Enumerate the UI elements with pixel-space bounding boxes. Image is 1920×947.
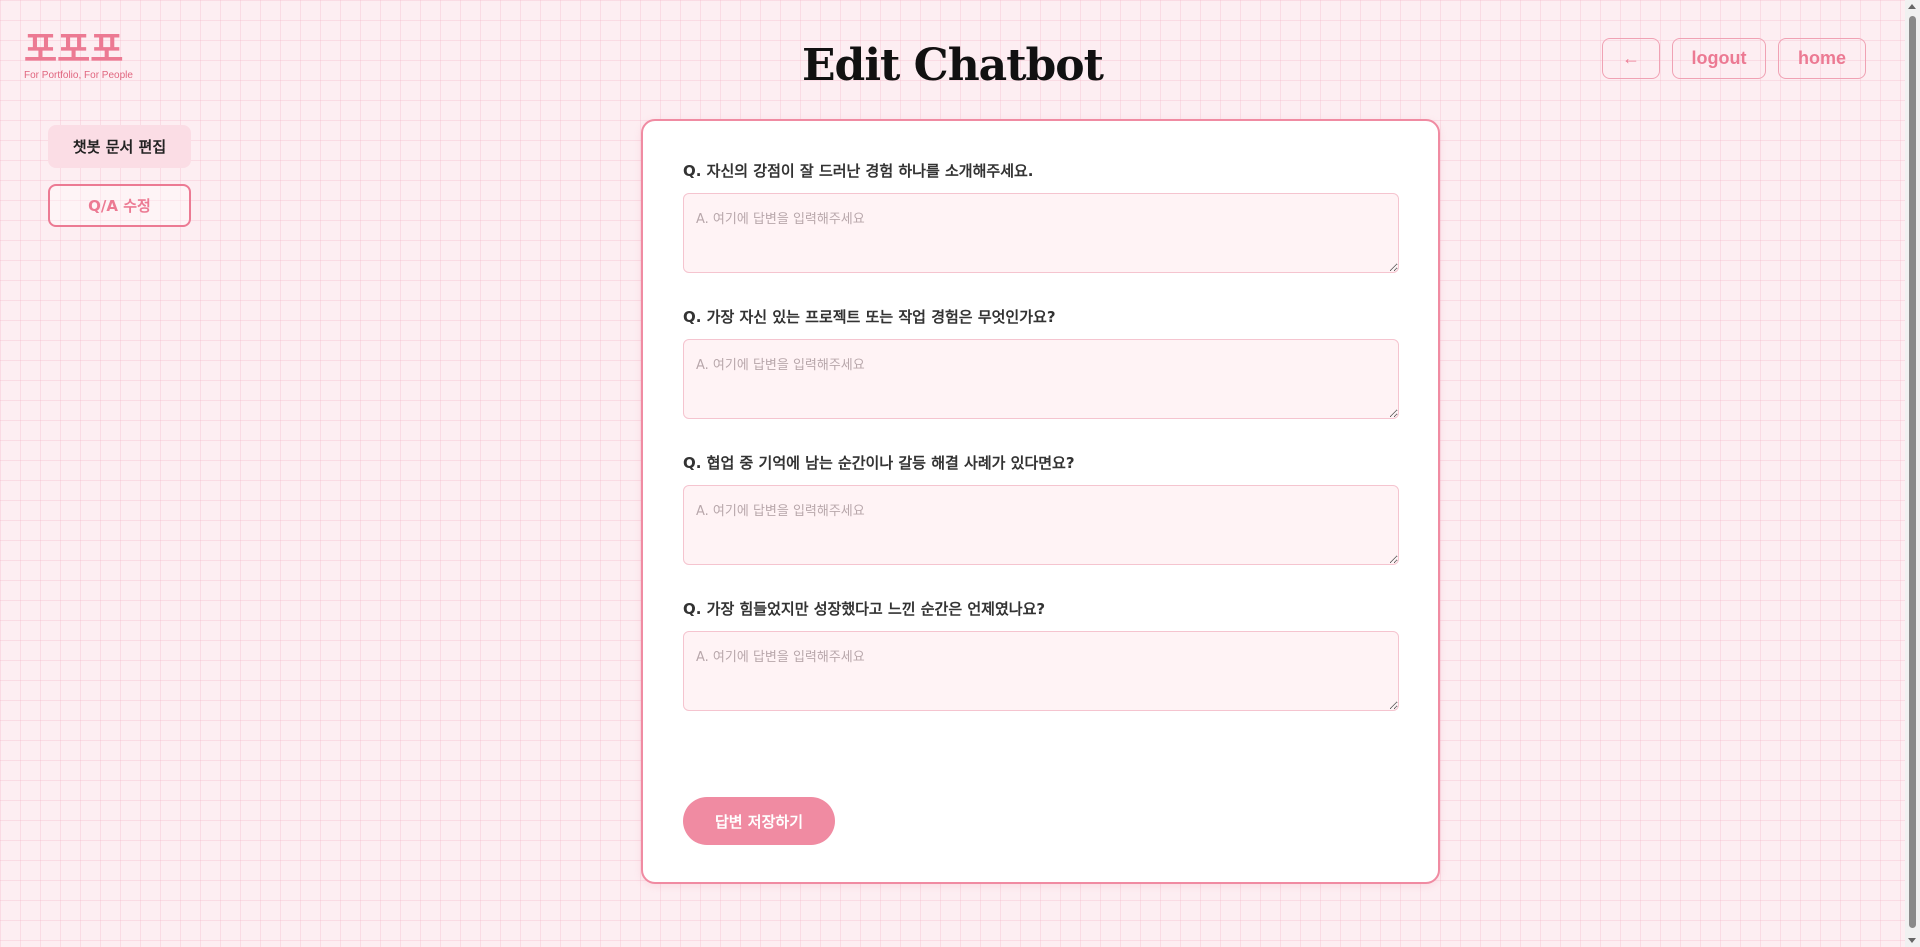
page-scrollbar[interactable]: [1905, 0, 1920, 947]
logout-button[interactable]: logout: [1672, 38, 1766, 79]
question-label: Q. 자신의 강점이 잘 드러난 경험 하나를 소개해주세요.: [683, 162, 1034, 180]
answer-input[interactable]: [683, 485, 1399, 565]
sidebar: 챗봇 문서 편집 Q/A 수정: [48, 125, 191, 227]
qa-item: Q. 가장 자신 있는 프로젝트 또는 작업 경험은 무엇인가요?: [683, 307, 1399, 423]
qa-item: Q. 협업 중 기억에 남는 순간이나 갈등 해결 사례가 있다면요?: [683, 453, 1399, 569]
answer-input[interactable]: [683, 193, 1399, 273]
question-label: Q. 가장 힘들었지만 성장했다고 느낀 순간은 언제였나요?: [683, 600, 1046, 618]
sidebar-item-qa-edit[interactable]: Q/A 수정: [48, 184, 191, 227]
sidebar-item-chatbot-docs[interactable]: 챗봇 문서 편집: [48, 125, 191, 168]
back-button[interactable]: ←: [1602, 38, 1660, 79]
question-label: Q. 협업 중 기억에 남는 순간이나 갈등 해결 사례가 있다면요?: [683, 454, 1075, 472]
qa-form-card: Q. 자신의 강점이 잘 드러난 경험 하나를 소개해주세요. Q. 가장 자신…: [641, 119, 1440, 884]
qa-item: Q. 자신의 강점이 잘 드러난 경험 하나를 소개해주세요.: [683, 161, 1399, 277]
top-nav: ← logout home: [1602, 38, 1866, 79]
answer-input[interactable]: [683, 339, 1399, 419]
scroll-down-icon[interactable]: [1908, 938, 1916, 943]
answer-input[interactable]: [683, 631, 1399, 711]
question-label: Q. 가장 자신 있는 프로젝트 또는 작업 경험은 무엇인가요?: [683, 308, 1056, 326]
scroll-up-icon[interactable]: [1908, 4, 1916, 9]
back-arrow-icon: ←: [1622, 48, 1640, 68]
save-answers-button[interactable]: 답변 저장하기: [683, 797, 835, 845]
home-button[interactable]: home: [1778, 38, 1866, 79]
qa-item: Q. 가장 힘들었지만 성장했다고 느낀 순간은 언제였나요?: [683, 599, 1399, 715]
scrollbar-thumb[interactable]: [1909, 16, 1916, 928]
